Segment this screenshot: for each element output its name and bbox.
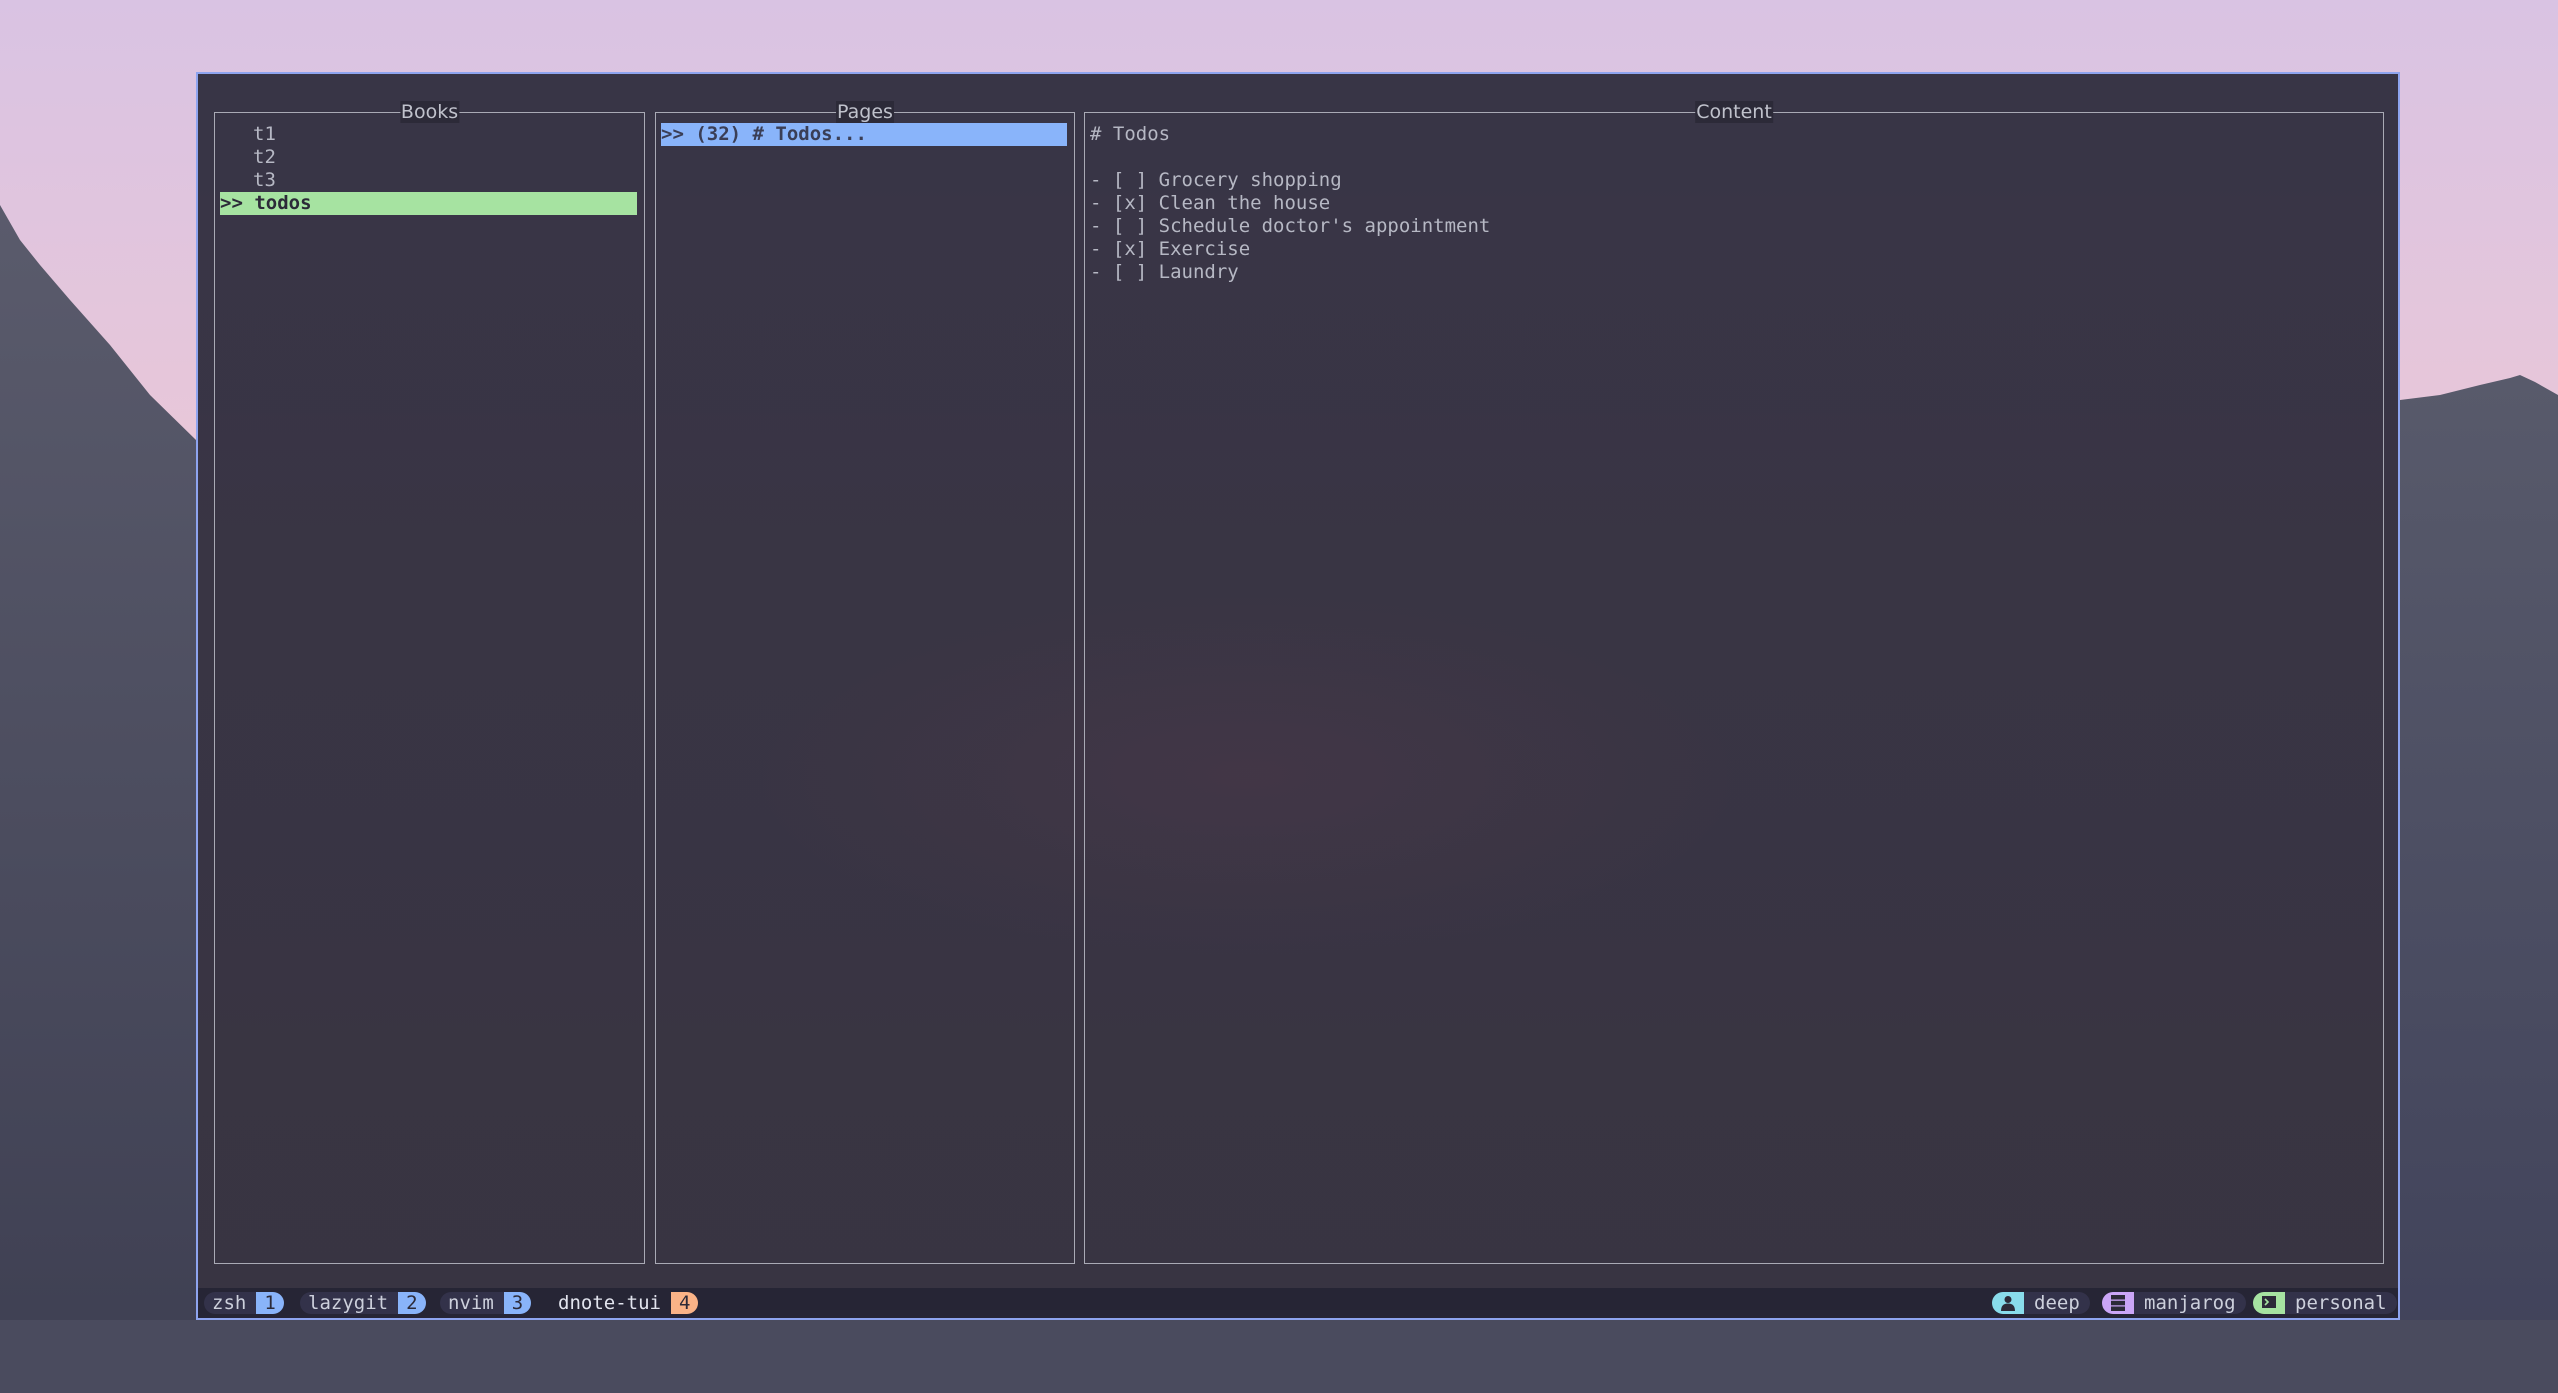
- window-tab-lazygit[interactable]: lazygit 2: [300, 1292, 426, 1314]
- book-item-t3[interactable]: t3: [253, 169, 276, 192]
- window-tab-dnote-tui-active[interactable]: dnote-tui 4: [550, 1292, 699, 1314]
- terminal-window: Books t1 t2 t3 >> todos Pages >> (32) # …: [196, 72, 2400, 1320]
- todo-item: - [ ] Schedule doctor's appointment: [1090, 215, 1491, 237]
- window-tab-number: 4: [670, 1292, 699, 1314]
- content-panel-title: Content: [1695, 101, 1773, 123]
- todo-item: - [x] Clean the house: [1090, 192, 1331, 214]
- todo-item: - [ ] Grocery shopping: [1090, 169, 1342, 191]
- todo-item: - [ ] Laundry: [1090, 261, 1239, 283]
- status-host: manjarog: [2102, 1292, 2246, 1314]
- tmux-status-bar: zsh 1 lazygit 2 nvim 3 dnote-tui 4 deep manj…: [198, 1288, 2398, 1318]
- pages-panel[interactable]: Pages >> (32) # Todos...: [655, 101, 1075, 1264]
- status-session-text: personal: [2285, 1292, 2397, 1314]
- books-panel[interactable]: Books t1 t2 t3 >> todos: [214, 101, 645, 1264]
- window-tab-number: 3: [503, 1292, 532, 1314]
- book-item-t2[interactable]: t2: [253, 146, 276, 169]
- pages-panel-title: Pages: [836, 101, 894, 123]
- window-tab-zsh[interactable]: zsh 1: [204, 1292, 284, 1314]
- terminal-session-icon: [2253, 1292, 2285, 1314]
- status-user-text: deep: [2024, 1292, 2090, 1314]
- status-host-text: manjarog: [2134, 1292, 2246, 1314]
- window-tab-label: dnote-tui: [558, 1292, 661, 1314]
- todo-item: - [x] Exercise: [1090, 238, 1251, 260]
- window-tab-nvim[interactable]: nvim 3: [440, 1292, 532, 1314]
- book-item-t1[interactable]: t1: [253, 123, 276, 146]
- window-tab-label: nvim: [440, 1292, 504, 1314]
- server-icon: [2102, 1292, 2134, 1314]
- book-item-todos-selected[interactable]: >> todos: [220, 192, 637, 215]
- content-heading: # Todos: [1090, 123, 1171, 145]
- content-panel[interactable]: Content # Todos - [ ] Grocery shopping -…: [1084, 101, 2384, 1264]
- status-session: personal: [2253, 1292, 2397, 1314]
- window-tab-number: 2: [398, 1292, 426, 1314]
- page-item-selected[interactable]: >> (32) # Todos...: [661, 123, 1067, 146]
- user-icon: [1992, 1292, 2024, 1314]
- window-tab-label: lazygit: [300, 1292, 399, 1314]
- window-tab-label: zsh: [204, 1292, 257, 1314]
- window-tab-number: 1: [256, 1292, 284, 1314]
- status-user: deep: [1992, 1292, 2090, 1314]
- books-panel-title: Books: [399, 101, 460, 123]
